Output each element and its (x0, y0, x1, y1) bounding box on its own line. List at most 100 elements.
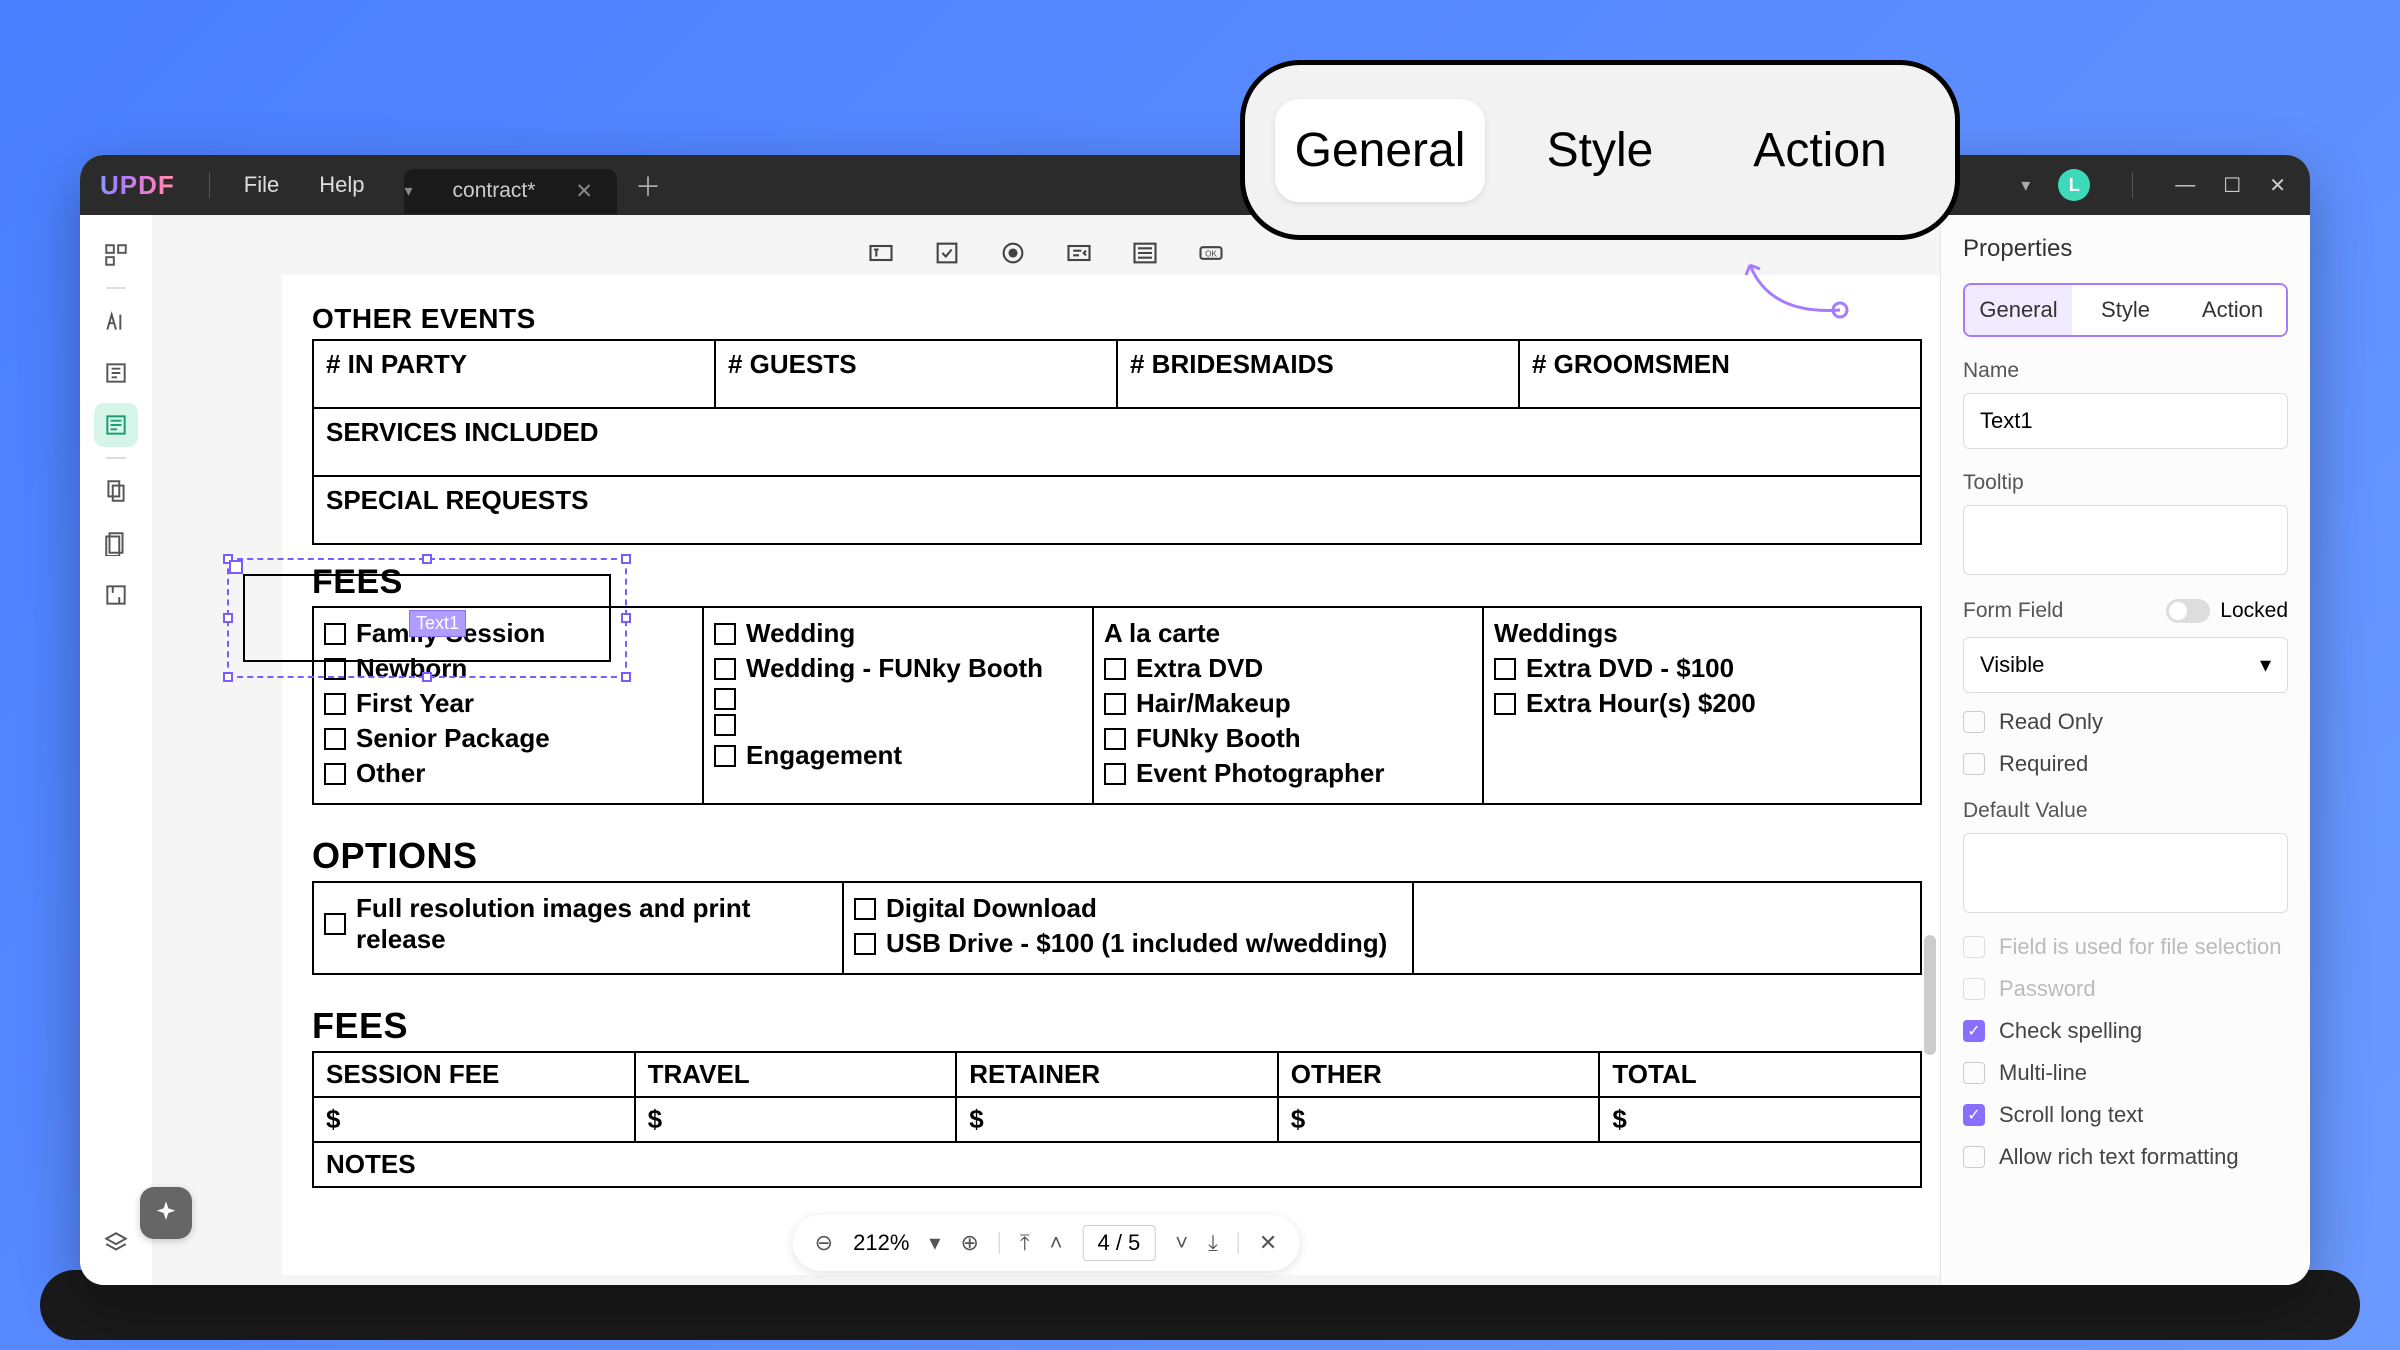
checkbox-icon[interactable] (714, 714, 736, 736)
tab-style[interactable]: Style (2072, 285, 2179, 335)
checkbox-item[interactable]: Wedding - FUNky Booth (714, 653, 1082, 684)
page-indicator[interactable]: 4 / 5 (1082, 1225, 1155, 1261)
table-cell: $ (956, 1097, 1278, 1142)
layers-icon[interactable] (94, 1221, 138, 1265)
checkbox-item[interactable]: Engagement (714, 740, 1082, 771)
checkbox-icon[interactable] (1104, 763, 1126, 785)
button-tool-icon[interactable]: OK (1191, 233, 1231, 273)
minimize-icon[interactable]: — (2175, 174, 2195, 197)
thumbnail-tool-icon[interactable] (94, 233, 138, 277)
zoom-out-icon[interactable]: ⊖ (815, 1230, 833, 1256)
zoom-in-icon[interactable]: ⊕ (960, 1230, 978, 1256)
ai-assistant-icon[interactable] (140, 1187, 192, 1239)
checkbox-icon[interactable] (714, 658, 736, 680)
checkbox-item[interactable]: Digital Download (854, 893, 1402, 924)
richtext-checkbox[interactable]: Allow rich text formatting (1963, 1144, 2288, 1170)
checkbox-item[interactable] (714, 688, 1082, 710)
checkbox-item[interactable]: USB Drive - $100 (1 included w/wedding) (854, 928, 1402, 959)
tooltip-field[interactable] (1963, 505, 2288, 575)
checkbox-icon[interactable] (1494, 658, 1516, 680)
close-tab-icon[interactable]: ✕ (575, 179, 593, 204)
checkbox-icon[interactable] (714, 623, 736, 645)
prev-page-icon[interactable]: ˄ (1050, 1230, 1063, 1256)
checkbox-icon[interactable] (1963, 1062, 1985, 1084)
checkbox-item[interactable]: Event Photographer (1104, 758, 1472, 789)
checkbox-icon[interactable] (324, 913, 346, 935)
checkbox-icon[interactable] (854, 933, 876, 955)
check-spelling-checkbox[interactable]: ✓Check spelling (1963, 1018, 2288, 1044)
checkbox-icon[interactable] (854, 898, 876, 920)
text-field-tool-icon[interactable] (861, 233, 901, 273)
checkbox-icon[interactable] (1104, 728, 1126, 750)
default-value-field[interactable] (1963, 833, 2288, 913)
checkbox-icon[interactable] (324, 693, 346, 715)
table-header: # IN PARTY (313, 340, 715, 408)
listbox-tool-icon[interactable] (1125, 233, 1165, 273)
checkbox-item[interactable] (714, 714, 1082, 736)
checkbox-icon[interactable] (324, 763, 346, 785)
edit-tool-icon[interactable] (94, 351, 138, 395)
next-page-icon[interactable]: ˅ (1175, 1230, 1188, 1256)
first-page-icon[interactable]: ⤒ (1020, 1230, 1030, 1256)
checkbox-icon[interactable]: ✓ (1963, 1104, 1985, 1126)
checkbox-icon[interactable] (324, 728, 346, 750)
app-window: UPDF File Help ▾ contract* ✕ ＋ ▾ L — ☐ ✕ (80, 155, 2310, 1285)
checkbox-icon[interactable]: ✓ (1963, 1020, 1985, 1042)
checkbox-icon[interactable] (1494, 693, 1516, 715)
pdf-document[interactable]: OTHER EVENTS # IN PARTY # GUESTS # BRIDE… (282, 275, 1940, 1275)
chevron-down-icon[interactable]: ▾ (2021, 175, 2030, 196)
document-tab[interactable]: ▾ contract* ✕ (404, 169, 617, 214)
checkbox-icon[interactable] (714, 745, 736, 767)
menu-file[interactable]: File (224, 172, 299, 198)
checkbox-item[interactable]: Wedding (714, 618, 1082, 649)
menu-help[interactable]: Help (299, 172, 384, 198)
checkbox-item[interactable]: Full resolution images and print release (324, 893, 832, 955)
organize-tool-icon[interactable] (94, 469, 138, 513)
checkbox-icon[interactable] (1963, 753, 1985, 775)
checkbox-icon (1963, 978, 1985, 1000)
checkbox-item[interactable]: Extra DVD - $100 (1494, 653, 1910, 684)
radio-tool-icon[interactable] (993, 233, 1033, 273)
new-tab-button[interactable]: ＋ (635, 167, 661, 204)
checkbox-tool-icon[interactable] (927, 233, 967, 273)
visibility-select[interactable]: Visible ▾ (1963, 637, 2288, 693)
name-field[interactable] (1963, 393, 2288, 449)
close-icon[interactable]: ✕ (2269, 173, 2286, 198)
multiline-checkbox[interactable]: Multi-line (1963, 1060, 2288, 1086)
compress-tool-icon[interactable] (94, 573, 138, 617)
table-header: # BRIDESMAIDS (1117, 340, 1519, 408)
checkbox-item[interactable]: Senior Package (324, 723, 692, 754)
checkbox-item[interactable]: Extra DVD (1104, 653, 1472, 684)
checkbox-label: Scroll long text (1999, 1102, 2143, 1128)
checkbox-icon[interactable] (1963, 711, 1985, 733)
tab-action[interactable]: Action (2179, 285, 2286, 335)
checkbox-item[interactable]: Extra Hour(s) $200 (1494, 688, 1910, 719)
tab-general[interactable]: General (1965, 285, 2072, 335)
annotate-tool-icon[interactable] (94, 299, 138, 343)
checkbox-item[interactable]: Hair/Makeup (1104, 688, 1472, 719)
table-cell: $ (313, 1097, 635, 1142)
checkbox-item[interactable]: FUNky Booth (1104, 723, 1472, 754)
checkbox-icon[interactable] (1104, 658, 1126, 680)
scroll-text-checkbox[interactable]: ✓ Scroll long text (1963, 1102, 2288, 1128)
checkbox-item[interactable]: First Year (324, 688, 692, 719)
selected-form-field[interactable]: Text1 (227, 558, 627, 678)
titlebar-right: ▾ L — ☐ ✕ (2021, 169, 2310, 201)
annotation-callout: General Style Action (1240, 60, 1960, 240)
checkbox-icon[interactable] (1963, 1146, 1985, 1168)
checkbox-icon[interactable] (1104, 693, 1126, 715)
dropdown-tool-icon[interactable] (1059, 233, 1099, 273)
maximize-icon[interactable]: ☐ (2223, 173, 2241, 198)
last-page-icon[interactable]: ⤓ (1208, 1230, 1218, 1256)
avatar[interactable]: L (2058, 169, 2090, 201)
checkbox-item[interactable]: Other (324, 758, 692, 789)
form-tool-icon[interactable] (94, 403, 138, 447)
readonly-checkbox[interactable]: Read Only (1963, 709, 2288, 735)
pages-tool-icon[interactable] (94, 521, 138, 565)
close-bar-icon[interactable]: ✕ (1259, 1230, 1277, 1256)
zoom-dropdown-icon[interactable]: ▾ (929, 1230, 940, 1256)
scrollbar-vertical[interactable] (1924, 935, 1936, 1055)
locked-toggle[interactable] (2166, 599, 2210, 623)
required-checkbox[interactable]: Required (1963, 751, 2288, 777)
checkbox-icon[interactable] (714, 688, 736, 710)
